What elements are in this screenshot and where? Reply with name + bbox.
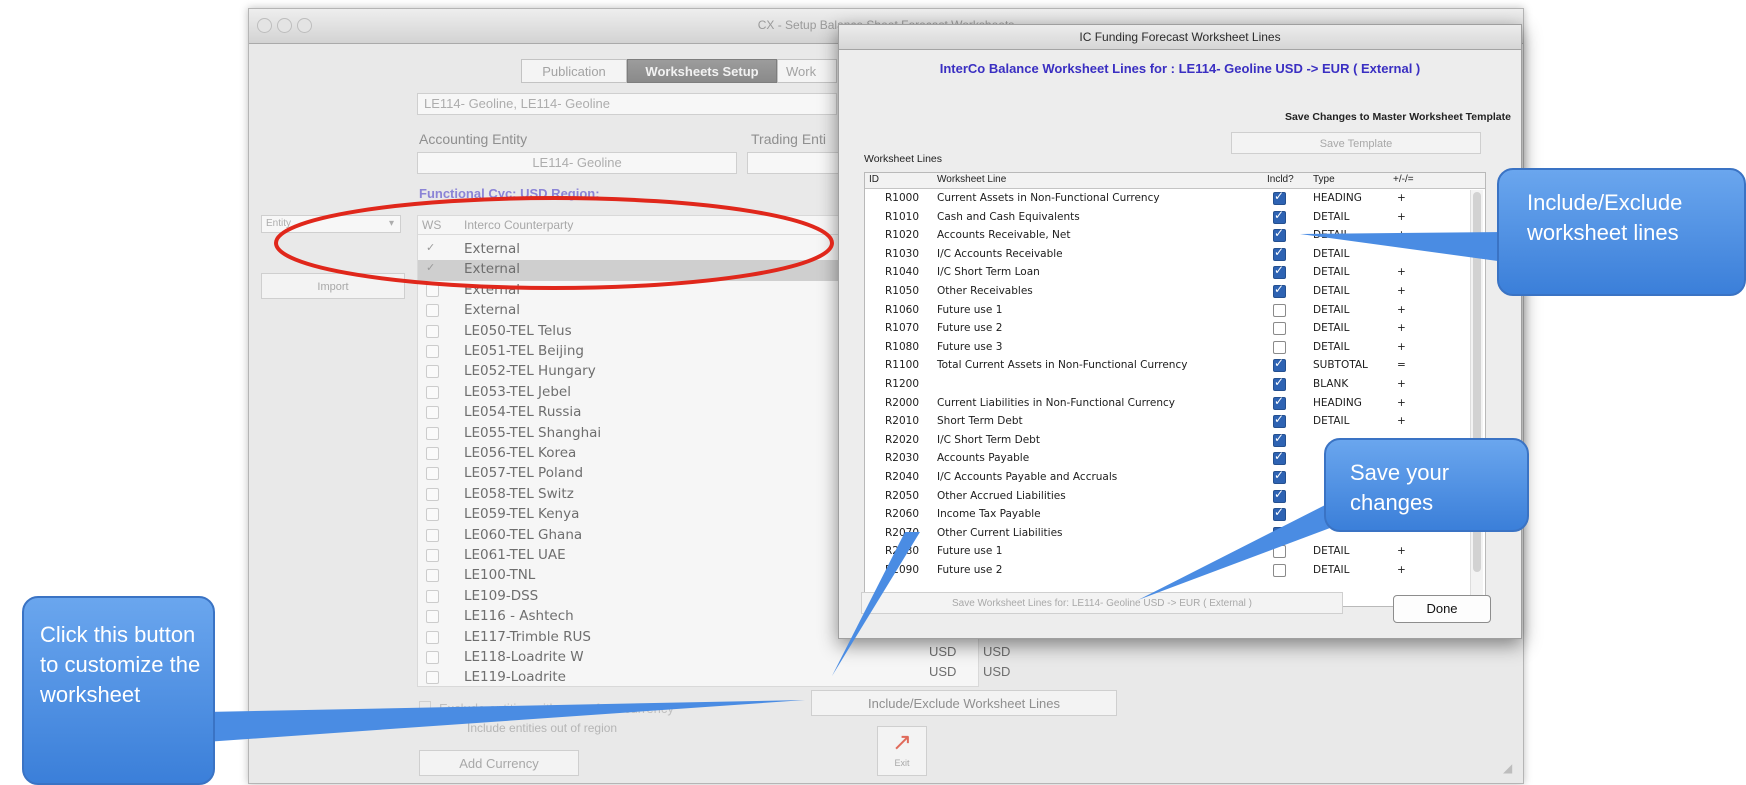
click-button-callout: Click this button to customize the works…	[22, 596, 215, 785]
callout-pointer-include-button	[832, 532, 920, 676]
highlight-ellipse	[274, 196, 834, 290]
annotation-overlay	[205, 196, 1505, 742]
callout-pointer-click-button	[205, 700, 805, 742]
save-changes-callout: Save your changes	[1324, 438, 1529, 532]
include-exclude-callout: Include/Exclude worksheet lines	[1497, 168, 1746, 296]
callout-pointer-include-exclude	[1300, 232, 1505, 262]
